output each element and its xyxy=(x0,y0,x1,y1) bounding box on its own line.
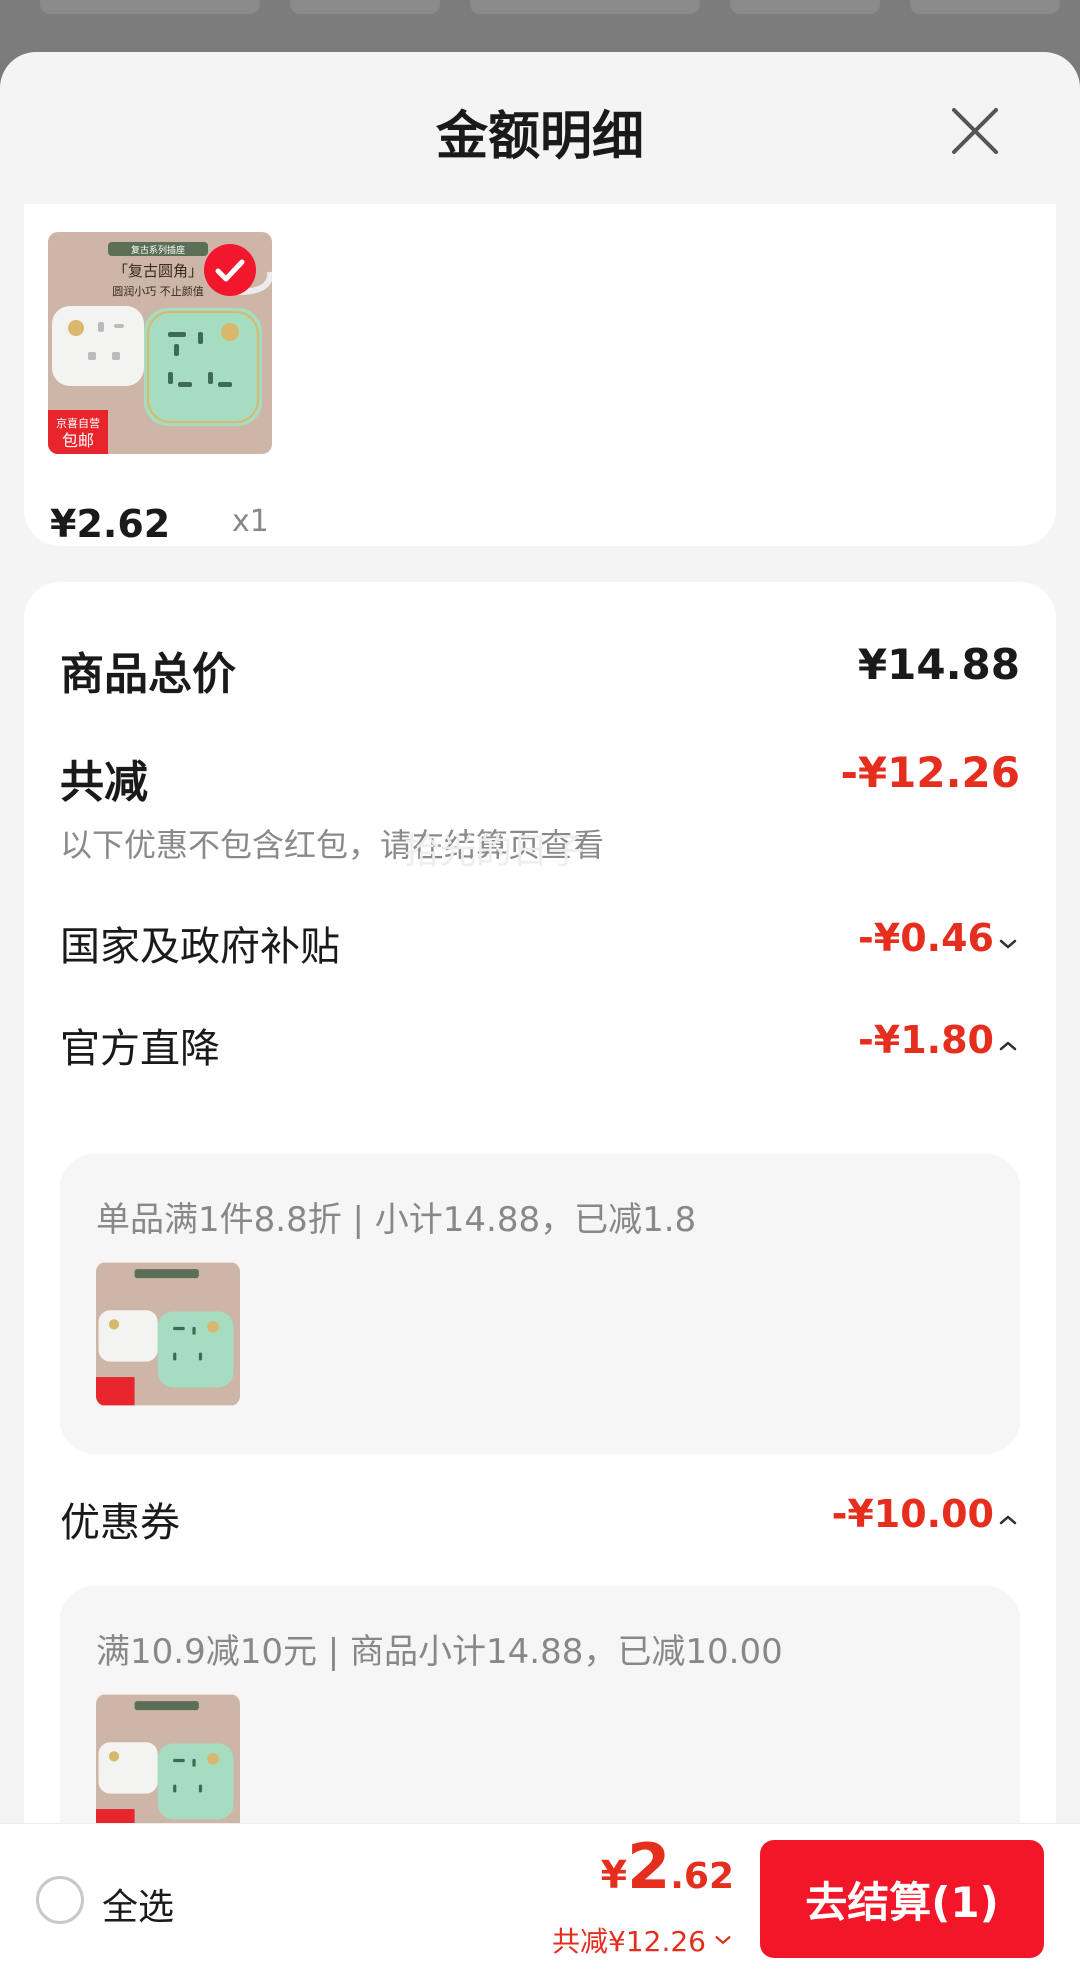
power-strip-image xyxy=(96,1694,240,1838)
saving-text: 共减¥12.26 xyxy=(552,1925,706,1958)
checkout-bar: 全选 ¥2.62 共减¥12.26 去结算(1) xyxy=(0,1823,1080,1973)
discount-row-label: 国家及政府补贴 xyxy=(60,924,340,970)
coupon-detail-text: 满10.9减10元 | 商品小计14.88，已减10.00 xyxy=(96,1632,783,1672)
checkout-button[interactable]: 去结算(1) xyxy=(760,1840,1044,1958)
amount-detail-sheet: 金额明细 复古系列插座 「复古圆角」 圆润小巧 不止颜值 京喜自营 包邮 ¥2.… xyxy=(0,52,1080,1973)
discount-product-thumbnail xyxy=(96,1262,240,1406)
discount-row-label: 官方直降 xyxy=(60,1026,220,1072)
thumb-tagline-text: 圆润小巧 不止颜值 xyxy=(112,284,204,298)
discount-detail-box: 单品满1件8.8折 | 小计14.88，已减1.8 xyxy=(60,1154,1020,1454)
product-quantity: x1 xyxy=(232,504,269,539)
power-strip-image xyxy=(96,1262,240,1406)
close-icon xyxy=(952,108,998,154)
select-all-radio[interactable] xyxy=(36,1876,84,1924)
total-price-value: ¥14.88 xyxy=(857,640,1020,689)
background-tab xyxy=(910,0,1060,14)
close-button[interactable] xyxy=(944,100,1006,162)
background-tab xyxy=(730,0,880,14)
background-tab xyxy=(40,0,260,14)
discount-row-value[interactable]: -¥10.00 xyxy=(832,1492,994,1536)
discount-total-label: 共减 xyxy=(60,757,148,808)
coupon-product-thumbnail xyxy=(96,1694,240,1838)
currency-symbol: ¥ xyxy=(600,1853,628,1897)
product-selected-checkbox[interactable] xyxy=(204,244,256,296)
sheet-title: 金额明细 xyxy=(435,107,644,167)
thumb-headline-text: 「复古圆角」 xyxy=(113,262,203,280)
thumb-tag-top: 京喜自营 xyxy=(56,416,100,430)
product-price: ¥2.62 xyxy=(50,502,171,546)
chevron-down-icon[interactable] xyxy=(996,932,1020,956)
discount-row-value[interactable]: -¥1.80 xyxy=(858,1018,994,1062)
price-breakdown-card: 商品总价 ¥14.88 共减 -¥12.26 以下优惠不包含红包，请在结算页查看… xyxy=(24,582,1056,1973)
chevron-up-icon[interactable] xyxy=(996,1508,1020,1532)
background-tab xyxy=(290,0,440,14)
thumb-banner-text: 复古系列插座 xyxy=(131,244,185,256)
saving-summary[interactable]: 共减¥12.26 xyxy=(552,1920,734,1960)
background-page xyxy=(0,0,1080,60)
thumb-tag-bottom: 包邮 xyxy=(62,431,94,450)
total-decimal: .62 xyxy=(670,1856,734,1897)
selected-products-card: 复古系列插座 「复古圆角」 圆润小巧 不止颜值 京喜自营 包邮 ¥2.62 x1 xyxy=(24,204,1056,546)
chevron-up-icon[interactable] xyxy=(996,1034,1020,1058)
payable-total: ¥2.62 xyxy=(601,1836,734,1898)
discount-total-value: -¥12.26 xyxy=(840,748,1020,797)
watermark-text: 拾光的日子 xyxy=(404,831,585,872)
discount-row-value[interactable]: -¥0.46 xyxy=(858,916,994,960)
chevron-down-icon xyxy=(715,1936,731,1944)
total-price-label: 商品总价 xyxy=(60,649,236,700)
checkmark-icon xyxy=(215,259,245,282)
total-integer: 2 xyxy=(627,1830,671,1903)
discount-detail-text: 单品满1件8.8折 | 小计14.88，已减1.8 xyxy=(96,1200,697,1240)
select-all-label[interactable]: 全选 xyxy=(102,1878,174,1930)
discount-row-label: 优惠券 xyxy=(60,1500,180,1546)
background-tab xyxy=(470,0,700,14)
